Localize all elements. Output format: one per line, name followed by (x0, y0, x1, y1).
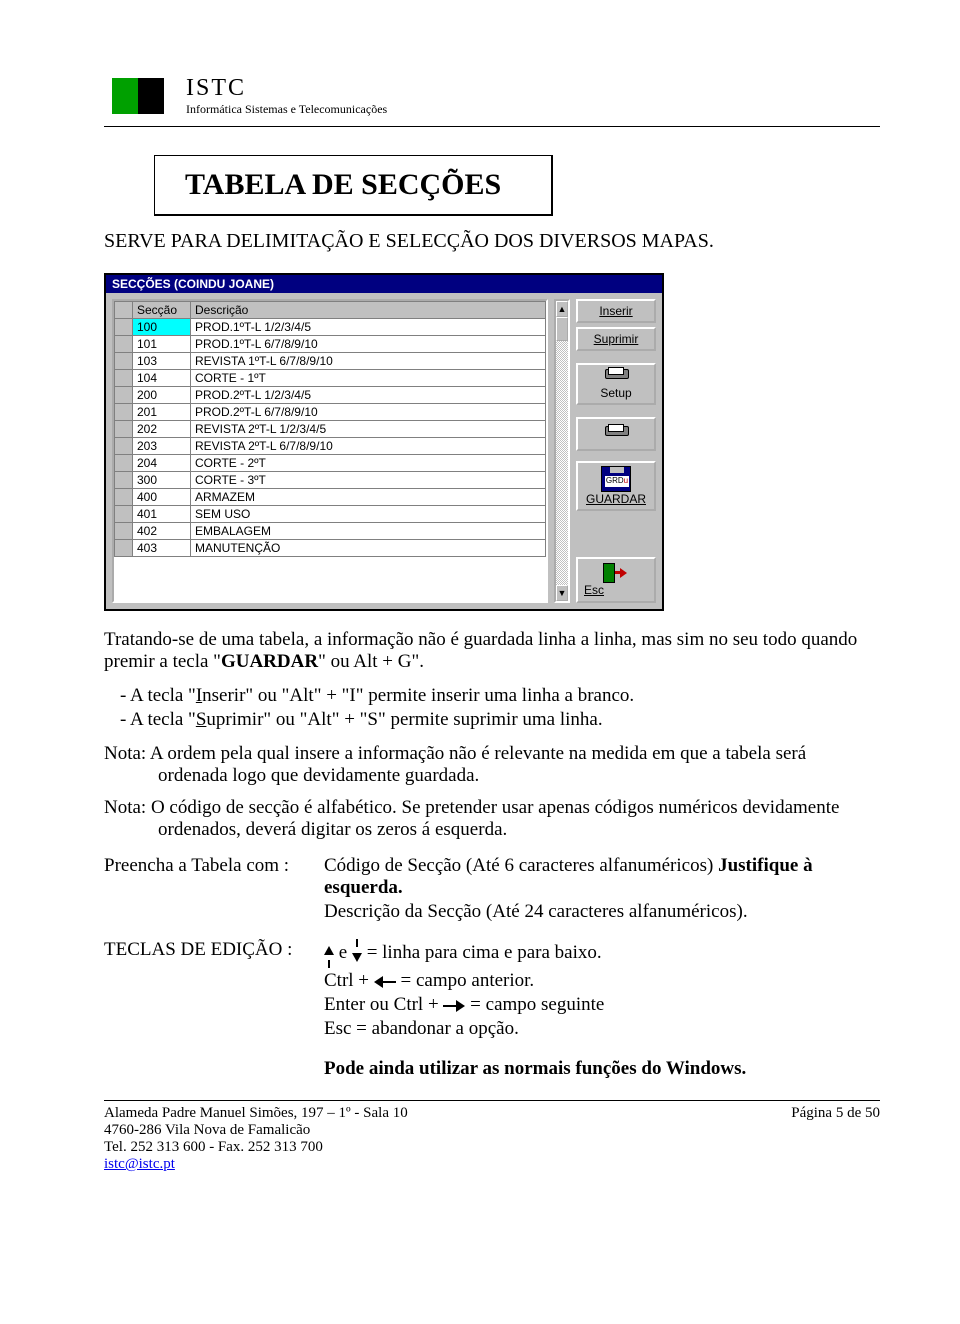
grid-row[interactable]: 300CORTE - 3ºT (115, 472, 546, 489)
footer-rule (104, 1100, 880, 1101)
exit-icon (603, 563, 629, 583)
footer-address-1: Alameda Padre Manuel Simões, 197 – 1º - … (104, 1105, 408, 1122)
bullet-inserir: A tecla "Inserir" ou "Alt" + "I" permite… (144, 685, 880, 707)
guardar-label: GUARDAR (586, 492, 646, 506)
fill-line-1: Código de Secção (Até 6 caracteres alfan… (324, 855, 880, 899)
header-rule (104, 126, 880, 127)
grid-row[interactable]: 201PROD.2ºT-L 6/7/8/9/10 (115, 404, 546, 421)
grid-row[interactable]: 203REVISTA 2ºT-L 6/7/8/9/10 (115, 438, 546, 455)
grid-row[interactable]: 104CORTE - 1ºT (115, 370, 546, 387)
logo-abbr: ISTC (186, 75, 387, 102)
arrow-right-icon (443, 1000, 465, 1012)
footer-address-2: 4760-286 Vila Nova de Famalicão (104, 1122, 880, 1139)
grid-row[interactable]: 403MANUTENÇÃO (115, 540, 546, 557)
keys-label: TECLAS DE EDIÇÃO : (104, 939, 324, 1082)
grid-row[interactable]: 204CORTE - 2ºT (115, 455, 546, 472)
logo-tagline: Informática Sistemas e Telecomunicações (186, 102, 387, 117)
paragraph-intro: Tratando-se de uma tabela, a informação … (104, 629, 880, 673)
dialog-titlebar: SECÇÕES (COINDU JOANE) (106, 275, 662, 293)
col-header-descricao: Descrição (191, 302, 546, 319)
fill-line-2: Descrição da Secção (Até 24 caracteres a… (324, 901, 880, 923)
print-icon-button[interactable] (576, 417, 656, 451)
grid-header-row: Secção Descrição (115, 302, 546, 319)
scroll-up-icon[interactable]: ▲ (556, 301, 568, 317)
footer-tel: Tel. 252 313 600 - Fax. 252 313 700 (104, 1139, 880, 1156)
suprimir-button[interactable]: Suprimir (576, 327, 656, 351)
scroll-down-icon[interactable]: ▼ (556, 585, 568, 601)
printer-icon (605, 369, 627, 385)
printer-icon (605, 426, 627, 442)
scrollbar[interactable]: ▲ ▼ (554, 299, 570, 603)
bullet-suprimir: A tecla "Suprimir" ou "Alt" + "S" permit… (144, 709, 880, 731)
keys-line-1: e = linha para cima e para baixo. (324, 939, 880, 968)
keys-line-4: Esc = abandonar a opção. (324, 1018, 880, 1040)
logo-icon (104, 72, 172, 120)
grid-row[interactable]: 402EMBALAGEM (115, 523, 546, 540)
grid-row[interactable]: 103REVISTA 1ºT-L 6/7/8/9/10 (115, 353, 546, 370)
inserir-button[interactable]: Inserir (576, 299, 656, 323)
esc-label: Esc (584, 583, 604, 597)
grid-row[interactable]: 101PROD.1ºT-L 6/7/8/9/10 (115, 336, 546, 353)
page-subtitle: SERVE PARA DELIMITAÇÃO E SELECÇÃO DOS DI… (104, 230, 880, 253)
guardar-button[interactable]: GRDu GUARDAR (576, 461, 656, 511)
setup-label: Setup (600, 386, 631, 400)
keys-line-3: Enter ou Ctrl + = campo seguinte (324, 994, 880, 1016)
footer-page-number: Página 5 de 50 (791, 1105, 880, 1122)
scroll-track[interactable] (556, 341, 568, 585)
floppy-disk-icon: GRDu (601, 466, 631, 492)
grid-row[interactable]: 200PROD.2ºT-L 1/2/3/4/5 (115, 387, 546, 404)
grid-row[interactable]: 202REVISTA 2ºT-L 1/2/3/4/5 (115, 421, 546, 438)
keys-line-5: Pode ainda utilizar as normais funções d… (324, 1058, 880, 1080)
footer-email-link[interactable]: istc@istc.pt (104, 1156, 175, 1172)
keys-line-2: Ctrl + = campo anterior. (324, 970, 880, 992)
arrow-up-icon (324, 939, 334, 968)
page-header-logo: ISTC Informática Sistemas e Telecomunica… (104, 72, 880, 120)
note-order: Nota: A ordem pela qual insere a informa… (104, 743, 880, 787)
grid-row[interactable]: 100PROD.1ºT-L 1/2/3/4/5 (115, 319, 546, 336)
arrow-left-icon (374, 976, 396, 988)
col-header-seccao: Secção (133, 302, 191, 319)
data-grid[interactable]: Secção Descrição 100PROD.1ºT-L 1/2/3/4/5… (112, 299, 548, 603)
page-title: TABELA DE SECÇÕES (154, 155, 553, 216)
fill-label: Preencha a Tabela com : (104, 855, 324, 925)
grid-row[interactable]: 401SEM USO (115, 506, 546, 523)
esc-button[interactable]: Esc (576, 557, 656, 603)
print-button[interactable]: Setup (576, 363, 656, 405)
arrow-down-icon (352, 939, 362, 968)
scroll-thumb[interactable] (556, 317, 568, 341)
dialog-window: SECÇÕES (COINDU JOANE) Secção Descrição … (104, 273, 664, 611)
note-alphabetic: Nota: O código de secção é alfabético. S… (104, 797, 880, 841)
grid-row[interactable]: 400ARMAZEM (115, 489, 546, 506)
